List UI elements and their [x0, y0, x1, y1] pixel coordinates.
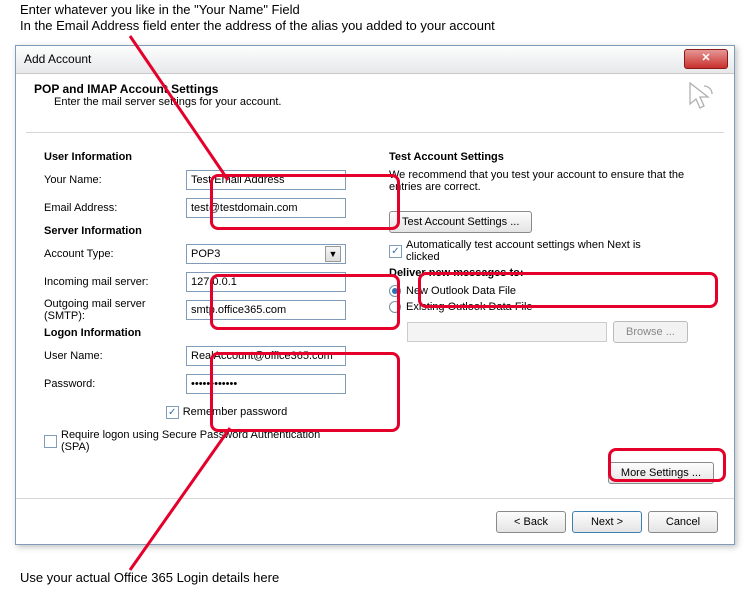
spa-label: Require logon using Secure Password Auth…: [61, 429, 341, 453]
your-name-input[interactable]: [186, 170, 346, 190]
deliver-title: Deliver new messages to:: [389, 267, 714, 279]
test-account-text: We recommend that you test your account …: [389, 169, 714, 193]
dialog-footer: < Back Next > Cancel: [16, 498, 734, 544]
password-label: Password:: [44, 378, 186, 390]
instruction-line1: Enter whatever you like in the "Your Nam…: [20, 2, 300, 17]
test-account-settings-button[interactable]: Test Account Settings ...: [389, 211, 532, 233]
chevron-down-icon: ▼: [325, 246, 341, 262]
radio-existing-data-file[interactable]: Existing Outlook Data File: [389, 301, 533, 313]
server-information-title: Server Information: [44, 225, 369, 237]
instruction-line3: Use your actual Office 365 Login details…: [20, 570, 279, 585]
spa-checkbox[interactable]: Require logon using Secure Password Auth…: [44, 429, 341, 453]
incoming-server-label: Incoming mail server:: [44, 276, 186, 288]
account-type-value: POP3: [191, 248, 220, 260]
header-subtitle: Enter the mail server settings for your …: [54, 96, 716, 108]
username-label: User Name:: [44, 350, 186, 362]
username-input[interactable]: [186, 346, 346, 366]
auto-test-checkbox[interactable]: Automatically test account settings when…: [389, 239, 666, 263]
account-type-label: Account Type:: [44, 248, 186, 260]
email-address-label: Email Address:: [44, 202, 186, 214]
cancel-button[interactable]: Cancel: [648, 511, 718, 533]
checkbox-icon: [389, 245, 402, 258]
titlebar: Add Account ✕: [16, 46, 734, 74]
radio-icon: [389, 285, 401, 297]
checkbox-icon: [166, 406, 179, 419]
header-title: POP and IMAP Account Settings: [34, 82, 716, 96]
incoming-server-input[interactable]: [186, 272, 346, 292]
email-address-input[interactable]: [186, 198, 346, 218]
existing-data-file-path: [407, 322, 607, 342]
right-column: Test Account Settings We recommend that …: [389, 145, 714, 453]
cursor-icon: [684, 80, 716, 112]
back-button[interactable]: < Back: [496, 511, 566, 533]
radio-new-label: New Outlook Data File: [406, 285, 516, 297]
radio-new-data-file[interactable]: New Outlook Data File: [389, 285, 516, 297]
account-type-select[interactable]: POP3 ▼: [186, 244, 346, 264]
more-settings-button[interactable]: More Settings ...: [608, 462, 714, 484]
radio-existing-label: Existing Outlook Data File: [406, 301, 533, 313]
checkbox-icon: [44, 435, 57, 448]
close-button[interactable]: ✕: [684, 49, 728, 69]
test-account-title: Test Account Settings: [389, 151, 714, 163]
auto-test-label: Automatically test account settings when…: [406, 239, 666, 263]
your-name-label: Your Name:: [44, 174, 186, 186]
outgoing-server-label: Outgoing mail server (SMTP):: [44, 298, 186, 322]
user-information-title: User Information: [44, 151, 369, 163]
instruction-line2: In the Email Address field enter the add…: [20, 18, 495, 33]
radio-icon: [389, 301, 401, 313]
password-input[interactable]: [186, 374, 346, 394]
add-account-dialog: Add Account ✕ POP and IMAP Account Setti…: [15, 45, 735, 545]
dialog-header: POP and IMAP Account Settings Enter the …: [16, 74, 734, 132]
remember-password-label: Remember password: [183, 406, 288, 418]
logon-information-title: Logon Information: [44, 327, 369, 339]
browse-button: Browse ...: [613, 321, 688, 343]
outgoing-server-input[interactable]: [186, 300, 346, 320]
remember-password-checkbox[interactable]: Remember password: [166, 406, 288, 419]
left-column: User Information Your Name: Email Addres…: [44, 145, 369, 453]
next-button[interactable]: Next >: [572, 511, 642, 533]
dialog-title: Add Account: [24, 52, 91, 66]
